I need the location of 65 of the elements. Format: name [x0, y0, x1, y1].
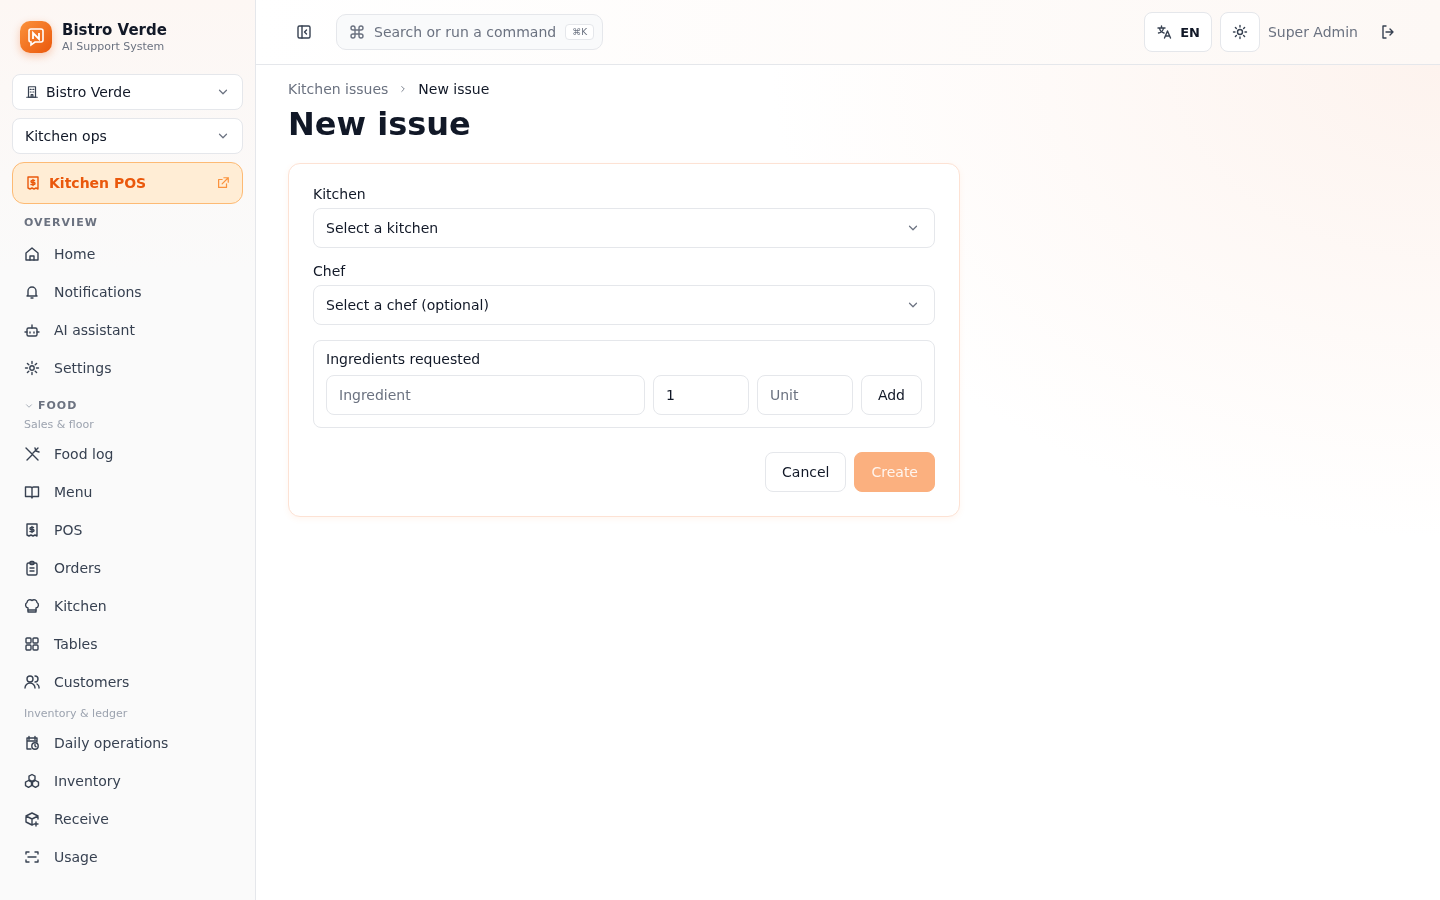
sidebar-item[interactable]: Receive [12, 800, 243, 838]
language-button[interactable]: EN [1144, 12, 1212, 52]
sidebar-item[interactable]: Inventory [12, 762, 243, 800]
user-name: Super Admin [1267, 24, 1359, 40]
robot-icon [24, 322, 40, 338]
theme-button[interactable] [1219, 12, 1260, 52]
select-field[interactable]: Select a chef (optional) [313, 285, 935, 325]
brand-name: Bistro Verde [62, 21, 167, 39]
field-label: Ingredients requested [326, 351, 482, 367]
sidebar-item[interactable]: Food log [12, 435, 243, 473]
field-label: Chef [313, 263, 347, 279]
chef-hat-icon [24, 598, 40, 614]
utensils-icon [24, 446, 40, 462]
sidebar-item[interactable]: Menu [12, 473, 243, 511]
breadcrumb-item[interactable]: Kitchen issues [288, 81, 389, 97]
grid-icon [24, 636, 40, 652]
calendar-clock-icon [24, 735, 40, 751]
section-title: OVERVIEW [24, 216, 98, 229]
command-icon [349, 24, 365, 40]
sidebar-item[interactable]: Customers [12, 663, 243, 701]
shortcut-key: ⌘K [565, 24, 595, 40]
settings-icon [24, 360, 40, 376]
sidebar-item[interactable]: Usage [12, 838, 243, 876]
panel-icon [296, 24, 312, 40]
sidebar-item[interactable]: Notifications [12, 273, 243, 311]
group-title: Inventory & ledger [23, 707, 129, 720]
sidebar-item[interactable]: POS [12, 511, 243, 549]
scan-icon [24, 849, 40, 865]
input-field[interactable]: Ingredient [326, 375, 645, 415]
cancel-button[interactable]: Cancel [765, 452, 847, 492]
sidebar-item[interactable]: Daily operations [12, 724, 243, 762]
switcher-dropdown[interactable]: Kitchen ops [12, 118, 243, 154]
breadcrumb-item: New issue [418, 81, 490, 97]
section-title[interactable]: FOOD [38, 399, 78, 412]
bell-icon [24, 284, 40, 300]
add-button[interactable]: Add [860, 375, 922, 415]
package-icon [24, 811, 40, 827]
home-icon [24, 246, 40, 262]
brand-subtitle: AI Support System [62, 40, 166, 53]
switcher-dropdown[interactable]: Bistro Verde [12, 74, 243, 110]
sidebar-item[interactable]: Home [12, 235, 243, 273]
receipt-icon [24, 522, 40, 538]
boxes-icon [24, 773, 40, 789]
clipboard-icon [24, 560, 40, 576]
field-label: Kitchen [313, 186, 367, 202]
logout-icon [1380, 24, 1396, 40]
receipt-icon [25, 175, 41, 191]
logo [20, 21, 52, 53]
page-title: New issue [288, 105, 472, 143]
building-icon [25, 85, 39, 99]
sidebar-item[interactable]: Tables [12, 625, 243, 663]
sun-icon [1231, 24, 1248, 40]
book-icon [24, 484, 40, 500]
external-link-icon [216, 176, 230, 190]
translate-icon [1156, 24, 1173, 40]
select-field[interactable]: Select a kitchen [313, 208, 935, 248]
sidebar-item[interactable]: Settings [12, 349, 243, 387]
input-field[interactable]: Unit [756, 375, 853, 415]
input-field[interactable]: 1 [652, 375, 749, 415]
sidebar-item[interactable]: Orders [12, 549, 243, 587]
sidebar-item[interactable]: Kitchen [12, 587, 243, 625]
group-title: Sales & floor [23, 418, 95, 431]
sidebar-item[interactable]: AI assistant [12, 311, 243, 349]
users-icon [24, 674, 40, 690]
search-field[interactable]: Search or run a command ⌘K [336, 14, 603, 50]
